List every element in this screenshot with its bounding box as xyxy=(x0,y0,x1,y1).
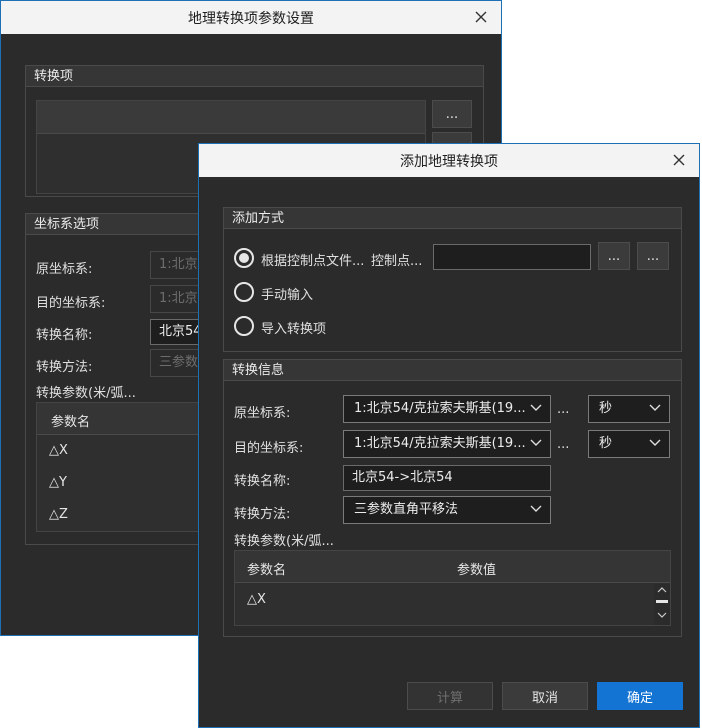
table-scrollbar[interactable] xyxy=(654,584,670,625)
transform-method-label: 转换方法: xyxy=(36,360,93,375)
target-unit-value: 秒 xyxy=(599,436,613,451)
radio-from-control-file-label[interactable]: 根据控制点文件... xyxy=(261,250,364,269)
dialog-title: 添加地理转换项 xyxy=(400,153,498,170)
chevron-down-icon xyxy=(649,404,661,411)
add-method-group: 添加方式 根据控制点文件... 控制点... ... ... 手动输入 导入转换… xyxy=(223,207,682,352)
scroll-down-icon[interactable] xyxy=(657,612,667,619)
calculate-button[interactable]: 计算 xyxy=(407,682,493,710)
source-crs-value: 1:北京54/克拉索夫斯基(19... xyxy=(354,401,526,416)
transform-name-label: 转换名称: xyxy=(234,474,291,489)
column-header-value: 参数值 xyxy=(457,563,497,578)
chevron-down-icon xyxy=(530,404,542,411)
target-unit-combo[interactable]: 秒 xyxy=(588,430,670,458)
close-icon xyxy=(673,154,685,166)
source-crs-more[interactable]: ... xyxy=(557,402,569,417)
browse-control-file-button[interactable]: ... xyxy=(598,242,630,270)
radio-manual-input[interactable] xyxy=(234,282,254,302)
radio-import-transform-label[interactable]: 导入转换项 xyxy=(261,318,326,337)
param-name-cell: △Z xyxy=(49,507,68,522)
control-points-label: 控制点... xyxy=(371,254,423,269)
scroll-thumb[interactable] xyxy=(656,600,668,603)
target-crs-value: 1:北京54/克拉索夫斯基(19... xyxy=(354,436,526,451)
title-bar: 添加地理转换项 xyxy=(199,144,699,177)
chevron-down-icon xyxy=(530,505,542,512)
source-unit-combo[interactable]: 秒 xyxy=(588,395,670,423)
column-header-name: 参数名 xyxy=(51,415,91,430)
radio-manual-input-label[interactable]: 手动输入 xyxy=(261,284,313,303)
group-header: 转换项 xyxy=(26,66,483,87)
source-crs-label: 原坐标系: xyxy=(36,262,93,277)
control-points-input[interactable] xyxy=(433,244,591,270)
transform-method-value: 三参数直角平移法 xyxy=(354,502,459,517)
group-header: 添加方式 xyxy=(224,208,681,229)
table-header: 参数名 参数值 xyxy=(235,551,670,583)
title-bar: 地理转换项参数设置 xyxy=(1,1,501,34)
transform-info-group: 转换信息 原坐标系: 1:北京54/克拉索夫斯基(19... ... 秒 目的坐… xyxy=(223,359,682,637)
transform-method-label: 转换方法: xyxy=(234,507,291,522)
target-crs-label: 目的坐标系: xyxy=(234,441,304,456)
close-button[interactable] xyxy=(471,7,491,27)
chevron-down-icon xyxy=(649,439,661,446)
transform-params-label: 转换参数(米/弧... xyxy=(234,534,334,549)
target-crs-combo[interactable]: 1:北京54/克拉索夫斯基(19... xyxy=(343,430,551,458)
params-table: 参数名 参数值 △X xyxy=(234,550,671,626)
group-header: 转换信息 xyxy=(224,360,681,381)
close-icon xyxy=(475,11,487,23)
selected-item-row[interactable] xyxy=(37,101,425,134)
source-unit-value: 秒 xyxy=(599,401,613,416)
target-crs-label: 目的坐标系: xyxy=(36,296,106,311)
browse-button[interactable]: ... xyxy=(432,100,472,128)
scroll-up-icon[interactable] xyxy=(657,586,667,593)
radio-import-transform[interactable] xyxy=(234,316,254,336)
column-header-name: 参数名 xyxy=(247,563,287,578)
add-geo-transform-dialog: 添加地理转换项 添加方式 根据控制点文件... 控制点... ... ... 手… xyxy=(198,143,700,728)
close-button[interactable] xyxy=(669,150,689,170)
target-crs-more[interactable]: ... xyxy=(557,437,569,452)
transform-name-input[interactable]: 北京54->北京54 xyxy=(343,465,551,491)
param-name-cell: △X xyxy=(49,443,68,458)
chevron-down-icon xyxy=(530,439,542,446)
radio-from-control-file[interactable] xyxy=(234,248,254,268)
source-crs-label: 原坐标系: xyxy=(234,406,291,421)
cancel-button[interactable]: 取消 xyxy=(502,682,588,710)
dialog-title: 地理转换项参数设置 xyxy=(188,10,314,27)
transform-method-combo[interactable]: 三参数直角平移法 xyxy=(343,496,551,524)
ok-button[interactable]: 确定 xyxy=(597,682,683,710)
source-crs-combo[interactable]: 1:北京54/克拉索夫斯基(19... xyxy=(343,395,551,423)
param-name-cell: △Y xyxy=(49,475,67,490)
transform-name-label: 转换名称: xyxy=(36,328,93,343)
transform-params-label: 转换参数(米/弧... xyxy=(36,386,136,401)
table-row[interactable]: △X xyxy=(235,584,653,616)
param-name-cell: △X xyxy=(247,592,266,607)
more-options-button[interactable]: ... xyxy=(637,242,669,270)
